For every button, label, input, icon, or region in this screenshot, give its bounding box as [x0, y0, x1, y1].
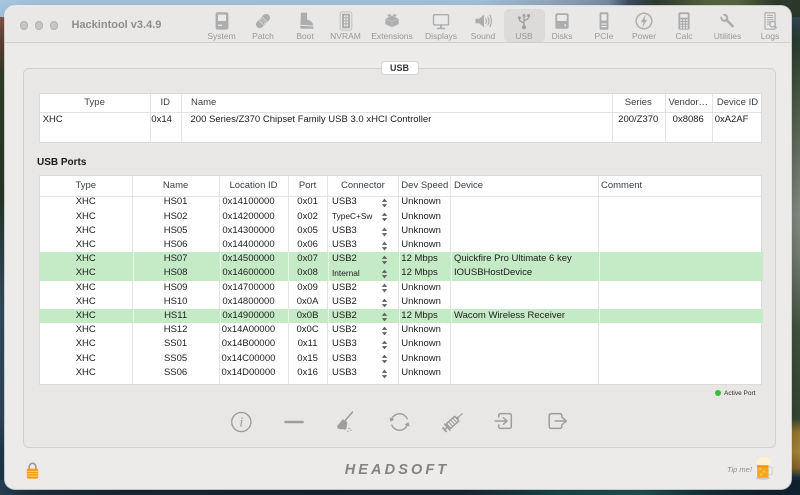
svg-text:i: i — [239, 416, 243, 431]
